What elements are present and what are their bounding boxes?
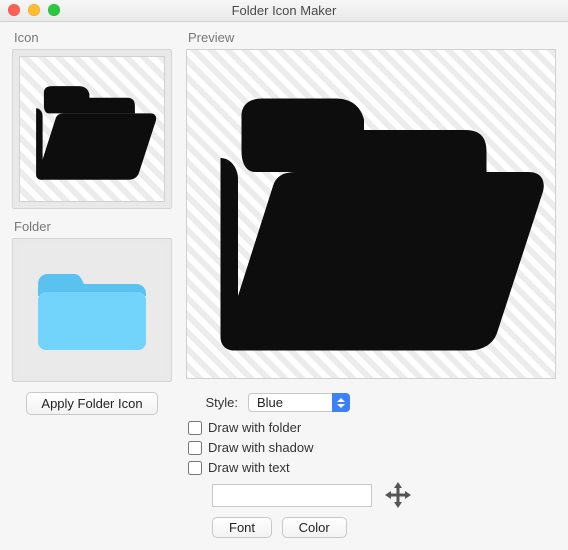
draw-with-text-checkbox[interactable] — [188, 461, 202, 475]
minimize-icon[interactable] — [28, 4, 40, 16]
chevron-up-down-icon — [332, 393, 350, 412]
font-button[interactable]: Font — [212, 517, 272, 538]
zoom-icon[interactable] — [48, 4, 60, 16]
folder-section-label: Folder — [14, 219, 172, 234]
open-folder-icon-large — [196, 64, 546, 364]
folder-well[interactable] — [19, 245, 165, 375]
icon-panel — [12, 49, 172, 209]
mac-folder-icon — [32, 262, 152, 358]
color-button[interactable]: Color — [282, 517, 347, 538]
style-select[interactable]: Blue — [248, 393, 350, 412]
draw-with-shadow-label: Draw with shadow — [208, 440, 314, 455]
folder-panel — [12, 238, 172, 382]
open-folder-icon — [27, 74, 157, 184]
icon-well[interactable] — [19, 56, 165, 202]
move-icon[interactable] — [384, 481, 412, 509]
window-title: Folder Icon Maker — [232, 3, 337, 18]
close-icon[interactable] — [8, 4, 20, 16]
text-input[interactable] — [212, 484, 372, 507]
draw-with-text-label: Draw with text — [208, 460, 290, 475]
style-select-value: Blue — [248, 393, 332, 412]
draw-with-folder-label: Draw with folder — [208, 420, 301, 435]
preview-well — [186, 49, 556, 379]
apply-folder-icon-button[interactable]: Apply Folder Icon — [26, 392, 157, 415]
preview-section-label: Preview — [188, 30, 556, 45]
draw-with-shadow-checkbox[interactable] — [188, 441, 202, 455]
draw-with-folder-checkbox[interactable] — [188, 421, 202, 435]
window-controls — [8, 4, 60, 16]
icon-section-label: Icon — [14, 30, 172, 45]
titlebar: Folder Icon Maker — [0, 0, 568, 22]
style-label: Style: — [186, 395, 238, 410]
